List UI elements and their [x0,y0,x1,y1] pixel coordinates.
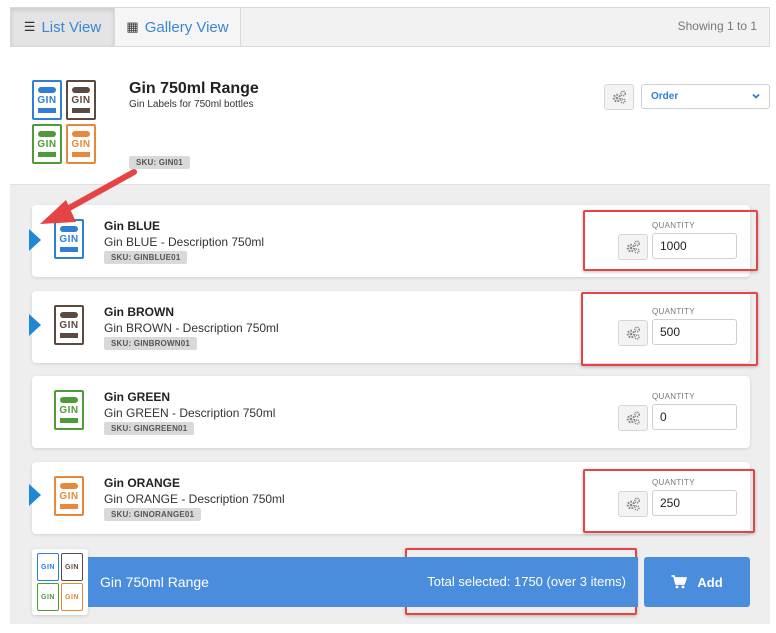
quantity-label: QUANTITY [652,392,695,401]
variant-thumbnail: GIN [54,219,84,261]
variant-settings-button[interactable] [618,405,648,431]
variant-title: Gin BLUE [104,219,160,233]
quantity-input[interactable]: 1000 [652,233,737,259]
quantity-input[interactable]: 0 [652,404,737,430]
variant-thumbnail: GIN [54,305,84,347]
list-view-label: List View [41,18,102,36]
gallery-view-label: Gallery View [144,18,229,36]
variant-title: Gin BROWN [104,305,174,319]
variant-description: Gin GREEN - Description 750ml [104,406,276,420]
variant-sku-badge: SKU: GINBROWN01 [104,337,198,350]
variant-description: Gin ORANGE - Description 750ml [104,492,285,506]
summary-total: Total selected: 1750 (over 3 items) [427,574,626,589]
label-brown-icon: GIN [54,305,84,345]
order-select-value: Order [651,91,679,102]
order-select[interactable]: Order [641,84,770,109]
quantity-label: QUANTITY [652,478,695,487]
gallery-view-tab[interactable]: ▦ Gallery View [115,8,241,46]
results-count: Showing 1 to 1 [677,19,757,33]
list-icon: ☰ [23,19,36,34]
gears-icon [626,497,641,511]
selected-pointer-icon [29,484,41,506]
chevron-down-icon [752,93,760,99]
list-view-tab[interactable]: ☰ List View [11,8,115,46]
product-subtitle: Gin Labels for 750ml bottles [129,99,254,110]
variant-settings-button[interactable] [618,320,648,346]
list-item: GIN Gin BROWN Gin BROWN - Description 75… [32,291,750,363]
gears-icon [612,90,627,104]
view-toggle-bar: ☰ List View ▦ Gallery View Showing 1 to … [10,7,770,47]
product-thumbnail: GIN GIN GIN GIN [32,80,98,166]
label-green-icon: GIN [54,390,84,430]
label-green-icon: GIN [32,124,62,164]
label-orange-icon: GIN [54,476,84,516]
variant-settings-button[interactable] [618,234,648,260]
variant-description: Gin BROWN - Description 750ml [104,321,279,335]
variant-settings-button[interactable] [618,491,648,517]
list-item: GIN Gin ORANGE Gin ORANGE - Description … [32,462,750,534]
selected-pointer-icon [29,229,41,251]
variant-sku-badge: SKU: GINORANGE01 [104,508,202,521]
product-settings-button[interactable] [604,84,634,110]
summary-thumbnail: GIN GIN GIN GIN [32,549,88,615]
summary-product-name: Gin 750ml Range [100,574,209,590]
label-brown-icon: GIN [66,80,96,120]
variant-sku-badge: SKU: GINGREEN01 [104,422,195,435]
label-orange-icon: GIN [61,583,83,611]
list-item: GIN Gin GREEN Gin GREEN - Description 75… [32,376,750,448]
quantity-label: QUANTITY [652,221,695,230]
label-blue-icon: GIN [37,553,59,581]
selected-pointer-icon [29,314,41,336]
grid-icon: ▦ [126,19,139,34]
list-item: GIN Gin BLUE Gin BLUE - Description 750m… [32,205,750,277]
add-button[interactable]: Add [644,557,750,607]
variant-title: Gin ORANGE [104,476,181,490]
quantity-label: QUANTITY [652,307,695,316]
label-blue-icon: GIN [54,219,84,259]
label-blue-icon: GIN [32,80,62,120]
cart-icon [671,575,688,589]
selection-summary-bar: Gin 750ml Range Total selected: 1750 (ov… [88,557,638,607]
variant-thumbnail: GIN [54,390,84,432]
product-title: Gin 750ml Range [129,80,259,97]
label-brown-icon: GIN [61,553,83,581]
quantity-input[interactable]: 500 [652,319,737,345]
label-green-icon: GIN [37,583,59,611]
variant-title: Gin GREEN [104,390,171,404]
label-orange-icon: GIN [66,124,96,164]
add-button-label: Add [697,574,723,590]
gears-icon [626,240,641,254]
product-sku-badge: SKU: GIN01 [129,156,190,169]
quantity-input[interactable]: 250 [652,490,737,516]
gears-icon [626,411,641,425]
variant-sku-badge: SKU: GINBLUE01 [104,251,188,264]
variant-thumbnail: GIN [54,476,84,518]
variant-description: Gin BLUE - Description 750ml [104,235,265,249]
gears-icon [626,326,641,340]
